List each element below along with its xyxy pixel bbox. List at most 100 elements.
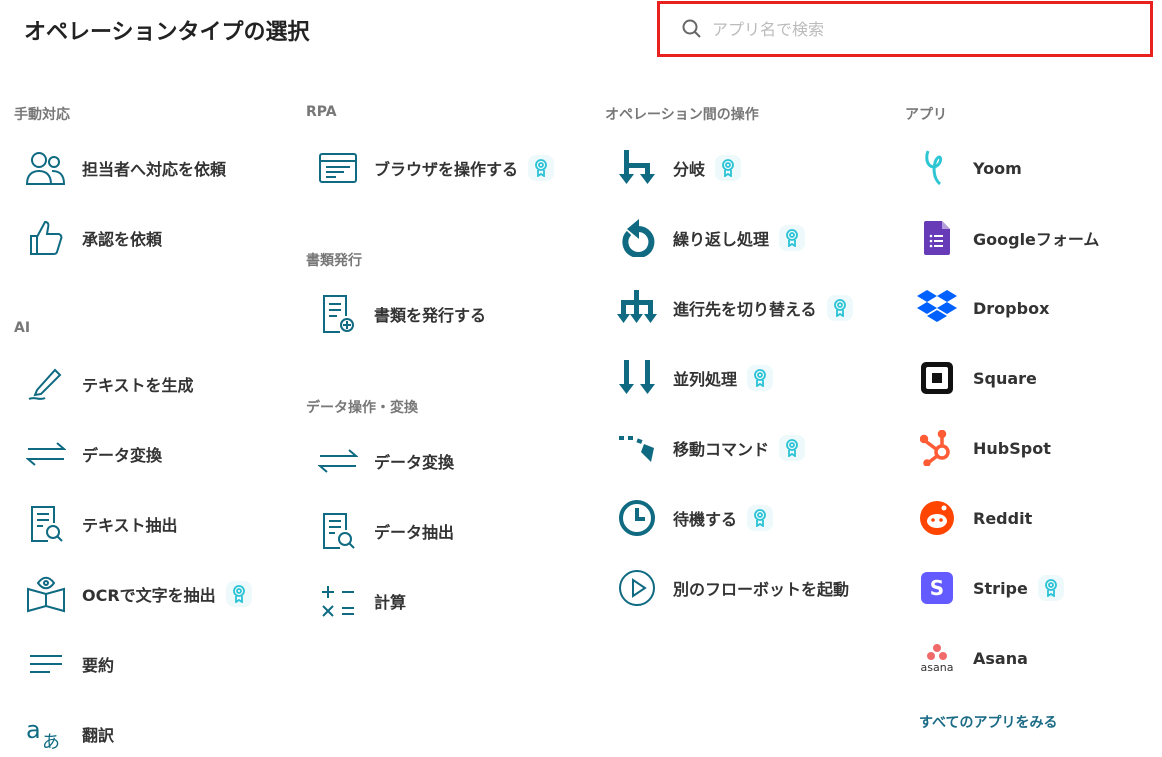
operation-item[interactable]: Dropbox (917, 288, 1049, 328)
operation-item[interactable]: Googleフォーム (917, 218, 1099, 258)
premium-badge-icon (722, 159, 734, 177)
operation-item[interactable]: 繰り返し処理 (617, 218, 806, 258)
dropbox-icon (917, 288, 957, 328)
item-label: Reddit (973, 508, 1033, 528)
operation-item[interactable]: Yoom (917, 148, 1022, 188)
search-icon (682, 19, 701, 38)
operation-item[interactable]: データ抽出 (318, 511, 454, 551)
item-label: Googleフォーム (973, 230, 1100, 249)
premium-badge-icon (786, 439, 798, 457)
premium-badge-icon (1044, 579, 1057, 597)
item-label: Yoom (973, 158, 1022, 178)
document-search-icon (26, 504, 66, 544)
item-label: テキスト抽出 (82, 516, 178, 535)
item-label: 翻訳 (82, 726, 115, 745)
section-heading: AI (14, 320, 31, 336)
operation-item[interactable]: 待機する (617, 498, 774, 538)
switch-icon (617, 288, 657, 328)
svg-text:a: a (26, 716, 41, 744)
move-icon (617, 428, 657, 468)
svg-text:asana: asana (921, 661, 954, 673)
search-box[interactable] (657, 1, 1153, 57)
operation-item[interactable]: Square (917, 358, 1037, 398)
item-label: 計算 (374, 593, 407, 612)
item-label: 分岐 (673, 160, 706, 179)
operation-item[interactable]: 並列処理 (617, 358, 774, 398)
premium-badge-icon (232, 585, 245, 603)
operation-item[interactable]: データ変換 (26, 434, 162, 474)
translate-icon: aあ (26, 714, 66, 754)
operation-item[interactable]: データ変換 (318, 441, 454, 481)
arrows-exchange-icon (318, 441, 358, 481)
premium-badge (747, 365, 774, 391)
operation-item[interactable]: 移動コマンド (617, 428, 806, 468)
thumbs-up-icon (26, 218, 66, 258)
browser-icon (318, 148, 358, 188)
operation-item[interactable]: a あ翻訳 (26, 714, 114, 754)
operation-item[interactable]: ブラウザを操作する (318, 148, 555, 188)
premium-badge (528, 155, 555, 181)
lines-icon (26, 644, 66, 684)
item-label: 担当者へ対応を依頼 (82, 160, 227, 179)
document-plus-icon (318, 294, 358, 334)
operation-item[interactable]: 書類を発行する (318, 294, 486, 334)
operation-item[interactable]: 承認を依頼 (26, 218, 162, 258)
view-all-apps-link[interactable]: すべてのアプリをみる (919, 712, 1057, 732)
item-label: 承認を依頼 (82, 230, 163, 249)
operation-item[interactable]: asana Asana (917, 638, 1028, 678)
arrows-exchange-icon (26, 434, 66, 474)
document-search-icon (318, 511, 358, 551)
search-input[interactable] (710, 18, 1114, 40)
operation-item[interactable]: 計算 (318, 581, 406, 621)
premium-badge-icon (833, 299, 846, 317)
parallel-icon (617, 358, 657, 398)
operation-item[interactable]: S Stripe (917, 568, 1064, 608)
asana-icon: asana (917, 638, 957, 678)
stripe-icon: S (917, 568, 957, 608)
svg-text:あ: あ (42, 732, 60, 752)
operation-item[interactable]: OCRで文字を抽出 (26, 574, 252, 614)
item-label: 別のフローボットを起動 (673, 580, 850, 599)
premium-badge-icon (786, 229, 798, 247)
operation-item[interactable]: HubSpot (917, 428, 1051, 468)
play-icon (617, 568, 657, 608)
page-title: オペレーションタイプの選択 (24, 20, 310, 45)
calculator-icon (318, 581, 358, 621)
item-label: Stripe (973, 578, 1028, 598)
item-label: Square (973, 368, 1037, 388)
item-label: 並列処理 (673, 370, 738, 389)
operation-item[interactable]: 進行先を切り替える (617, 288, 853, 328)
svg-text:S: S (930, 576, 944, 600)
pen-icon (26, 364, 66, 404)
operation-item[interactable]: Reddit (917, 498, 1032, 538)
yoom-icon (917, 148, 957, 188)
users-icon (26, 148, 66, 188)
item-label: Dropbox (973, 298, 1050, 318)
operation-item[interactable]: 分岐 (617, 148, 742, 188)
premium-badge-icon (535, 159, 547, 177)
section-heading: RPA (306, 104, 337, 120)
section-heading: アプリ (905, 107, 947, 123)
operation-item[interactable]: 別のフローボットを起動 (617, 568, 849, 608)
item-label: 書類を発行する (374, 306, 487, 325)
item-label: データ変換 (82, 446, 163, 465)
premium-badge-icon (754, 509, 766, 527)
item-label: 進行先を切り替える (673, 300, 817, 319)
google-forms-icon (917, 218, 957, 258)
item-label: 移動コマンド (673, 440, 770, 459)
premium-badge (779, 435, 806, 461)
operation-item[interactable]: 要約 (26, 644, 114, 684)
item-label: 繰り返し処理 (673, 230, 770, 249)
operation-item[interactable]: テキスト抽出 (26, 504, 178, 544)
premium-badge (747, 505, 774, 531)
branch-icon (617, 148, 657, 188)
hubspot-icon (917, 428, 957, 468)
section-heading: 書類発行 (306, 253, 362, 269)
premium-badge (779, 225, 806, 251)
operation-item[interactable]: 担当者へ対応を依頼 (26, 148, 226, 188)
operation-item[interactable]: テキストを生成 (26, 364, 194, 404)
item-label: 要約 (82, 656, 115, 675)
item-label: データ抽出 (374, 523, 455, 542)
premium-badge (225, 581, 252, 607)
clock-icon (617, 498, 657, 538)
